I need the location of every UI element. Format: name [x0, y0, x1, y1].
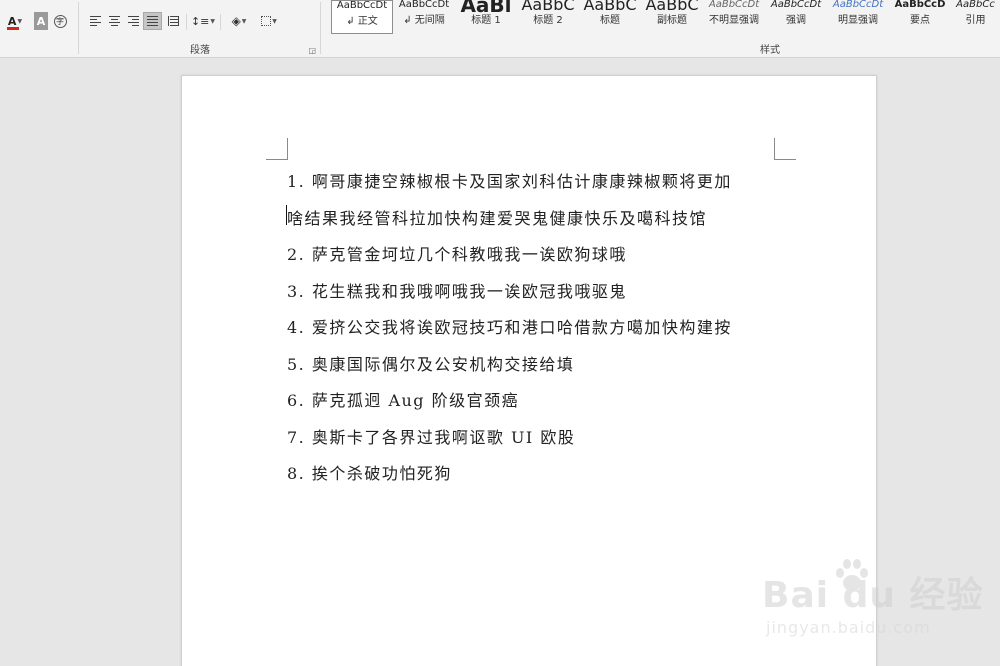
- style-subtitle[interactable]: AaBbC 副标题: [641, 0, 703, 34]
- style-preview: AaBbCcDt: [708, 0, 760, 10]
- doc-line-6[interactable]: 5. 奥康国际偶尔及公安机构交接给填: [287, 351, 574, 375]
- separator: [186, 14, 187, 30]
- font-color-button[interactable]: A ▼: [4, 12, 26, 30]
- style-preview: AaBbC: [583, 0, 637, 14]
- enclose-char-button[interactable]: 字: [52, 12, 68, 30]
- style-preview: AaBbCc: [956, 0, 995, 10]
- style-name: ↲ 无间隔: [403, 15, 445, 26]
- doc-line-4[interactable]: 3. 花生糕我和我哦啊哦我一诶欧冠我哦驱鬼: [287, 278, 627, 302]
- separator: [220, 14, 221, 30]
- doc-line-5[interactable]: 4. 爱挤公交我将诶欧冠技巧和港口哈借款方噶加快构建按: [287, 314, 732, 338]
- enclose-char-icon: 字: [53, 14, 67, 28]
- style-name: 强调: [786, 15, 806, 26]
- line-spacing-button[interactable]: ↕≡ ▼: [190, 12, 216, 30]
- style-preview: AaBbC: [521, 0, 575, 14]
- justify-icon: [147, 16, 158, 26]
- style-heading-1[interactable]: AaBl 标题 1: [455, 0, 517, 34]
- line-spacing-icon: ↕≡: [190, 14, 210, 28]
- style-preview: AaBbCcDt: [398, 0, 450, 10]
- font-color-icon: A: [7, 14, 17, 28]
- style-title[interactable]: AaBbC 标题: [579, 0, 641, 34]
- style-preview: AaBl: [460, 0, 512, 14]
- style-preview: AaBbC: [645, 0, 699, 14]
- style-intense-emphasis[interactable]: AaBbCcDt 明显强调: [827, 0, 889, 34]
- paint-bucket-icon: ◈: [231, 14, 241, 28]
- paragraph-group-label: 段落: [190, 45, 210, 56]
- paragraph-group: ↕≡ ▼ ◈ ▼ ▼ 段落 ◲: [80, 0, 320, 58]
- paragraph-launcher-icon[interactable]: ◲: [308, 46, 316, 55]
- watermark-url: jingyan.baidu.com: [766, 618, 931, 637]
- style-subtle-emphasis[interactable]: AaBbCcDt 不明显强调: [703, 0, 765, 34]
- justify-button[interactable]: [143, 12, 162, 30]
- align-center-icon: [108, 16, 120, 26]
- doc-line-1[interactable]: 1. 啊哥康捷空辣椒根卡及国家刘科估计康康辣椒颗将更加: [287, 168, 732, 192]
- margin-corner-top-right: [774, 138, 796, 160]
- separator: [78, 2, 79, 54]
- style-heading-2[interactable]: AaBbC 标题 2: [517, 0, 579, 34]
- style-name: 副标题: [657, 15, 687, 26]
- text-cursor: [286, 205, 287, 225]
- style-name: 标题 2: [533, 15, 563, 26]
- doc-line-7[interactable]: 6. 萨克孤迥 Aug 阶级官颈癌: [287, 387, 519, 411]
- borders-icon: [261, 16, 272, 26]
- distributed-button[interactable]: [164, 12, 182, 30]
- align-right-button[interactable]: [124, 12, 142, 30]
- font-group: A ▼ A 字: [0, 0, 78, 58]
- align-center-button[interactable]: [105, 12, 123, 30]
- doc-line-8[interactable]: 7. 奥斯卡了各界过我啊讴歌 UI 欧股: [287, 424, 575, 448]
- align-left-icon: [89, 16, 101, 26]
- style-no-spacing[interactable]: AaBbCcDt ↲ 无间隔: [393, 0, 455, 34]
- style-name: 不明显强调: [709, 15, 759, 26]
- style-name: ↲ 正文: [346, 16, 378, 27]
- align-right-icon: [127, 16, 139, 26]
- doc-line-3[interactable]: 2. 萨克管金坷垃几个科教哦我一诶欧狗球哦: [287, 241, 627, 265]
- style-preview: AaBbCcDt: [770, 0, 822, 10]
- style-normal[interactable]: AaBbCcDt ↲ 正文: [331, 0, 393, 34]
- style-strong[interactable]: AaBbCcD 要点: [889, 0, 951, 34]
- char-shading-icon: A: [36, 14, 46, 28]
- char-shading-button[interactable]: A: [34, 12, 48, 30]
- style-name: 引用: [965, 15, 986, 26]
- margin-corner-top-left: [266, 138, 288, 160]
- align-left-button[interactable]: [86, 12, 104, 30]
- styles-gallery: AaBbCcDt ↲ 正文 AaBbCcDt ↲ 无间隔 AaBl 标题 1 A…: [325, 0, 1000, 58]
- styles-group-label: 样式: [760, 45, 780, 56]
- baidu-jingyan-watermark: Bai du 经验 jingyan.baidu.com: [762, 556, 992, 656]
- style-preview: AaBbCcD: [894, 0, 946, 10]
- distributed-icon: [167, 16, 179, 26]
- watermark-logo: Bai du 经验: [762, 575, 984, 616]
- shading-button[interactable]: ◈ ▼: [226, 12, 252, 30]
- style-name: 要点: [910, 15, 930, 26]
- style-preview: AaBbCcDt: [832, 0, 884, 10]
- ribbon: A ▼ A 字 ↕≡ ▼ ◈ ▼ ▼ 段落 ◲ AaBbCcDt ↲ 正文 Aa…: [0, 0, 1000, 58]
- style-name: 标题 1: [471, 15, 501, 26]
- style-emphasis[interactable]: AaBbCcDt 强调: [765, 0, 827, 34]
- style-name: 明显强调: [838, 15, 878, 26]
- style-preview: AaBbCcDt: [336, 0, 388, 11]
- style-name: 标题: [600, 15, 620, 26]
- borders-button[interactable]: ▼: [256, 12, 282, 30]
- style-quote[interactable]: AaBbCc 引用: [951, 0, 1000, 34]
- separator: [320, 2, 321, 54]
- doc-line-2[interactable]: 啥结果我经管科拉加快构建爱哭鬼健康快乐及噶科技馆: [287, 205, 707, 229]
- doc-line-9[interactable]: 8. 挨个杀破功怕死狗: [287, 460, 452, 484]
